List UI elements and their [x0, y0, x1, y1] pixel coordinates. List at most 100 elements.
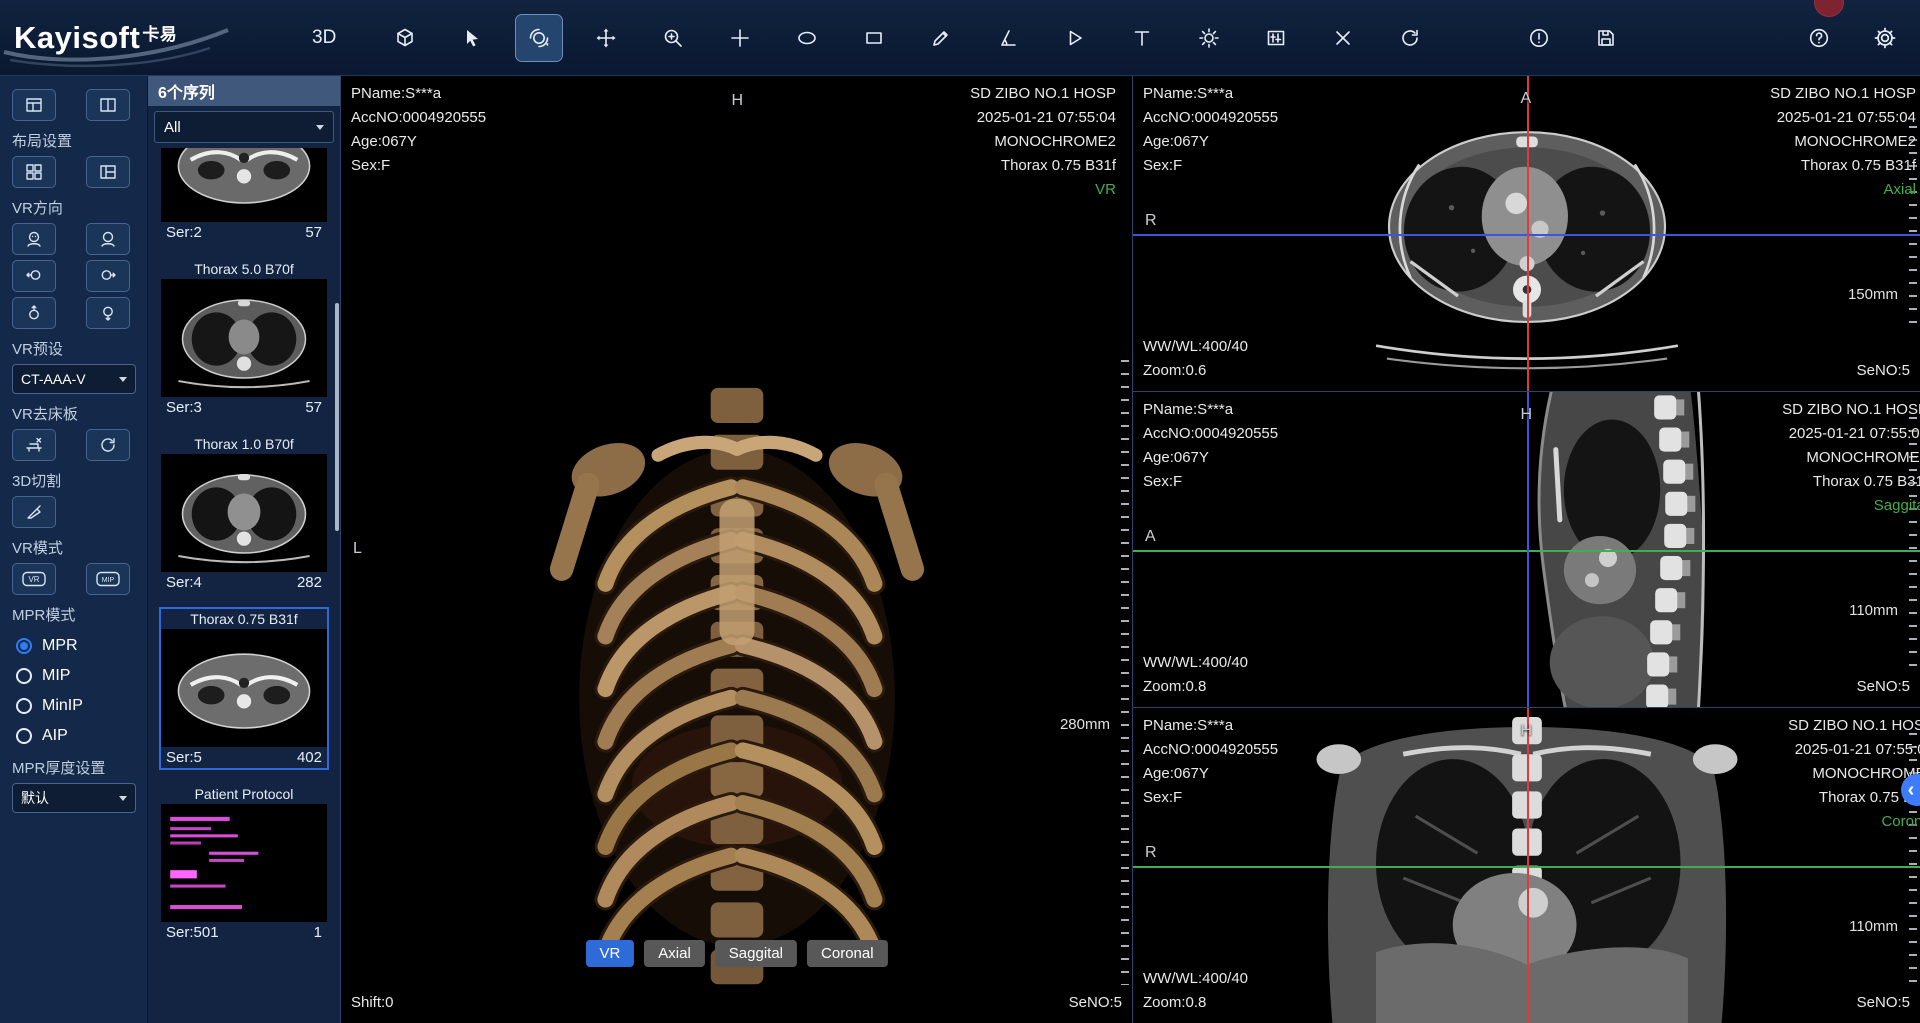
mpr-thickness-value: 默认: [21, 788, 49, 808]
tool-brightness[interactable]: [1186, 15, 1232, 61]
series-title: Thorax 5.0 B70f: [161, 259, 327, 279]
patient-age: Age:067Y: [1143, 130, 1278, 154]
radio-mpr-label: MPR: [42, 637, 78, 655]
radio-minip[interactable]: [16, 698, 32, 714]
scalpel-icon: [24, 502, 44, 522]
vr-bottom-button[interactable]: [86, 297, 130, 329]
mpr-mode-option-minip[interactable]: MinIP: [16, 697, 143, 715]
vr-front-button[interactable]: [12, 223, 56, 255]
sagittal-plane-line[interactable]: [1527, 76, 1529, 391]
gear-icon: [1872, 25, 1898, 51]
tool-pan[interactable]: [583, 15, 629, 61]
layout-split-button[interactable]: [86, 156, 130, 188]
mpr-mode-option-mpr[interactable]: MPR: [16, 637, 143, 655]
mpr-mode-option-aip[interactable]: AIP: [16, 727, 143, 745]
tool-angle[interactable]: [985, 15, 1031, 61]
series-item-ser4[interactable]: Thorax 1.0 B70f Ser:4282: [159, 432, 329, 595]
chevron-left-icon: ‹: [1908, 779, 1915, 802]
chevron-down-icon: [316, 125, 324, 130]
help-button[interactable]: [1796, 15, 1842, 61]
tool-reset[interactable]: [1387, 15, 1433, 61]
series-no-label: SeNO:5: [1069, 991, 1122, 1015]
vr-badge-icon: VR: [21, 569, 47, 589]
photometric: MONOCHROME2: [1782, 446, 1920, 470]
radio-mpr[interactable]: [16, 638, 32, 654]
tool-crosshair[interactable]: [717, 15, 763, 61]
series-filter-select[interactable]: All: [154, 111, 334, 143]
tool-measure[interactable]: [918, 15, 964, 61]
vr-mode-vr-button[interactable]: VR: [12, 563, 56, 595]
vr-viewport[interactable]: PName:S***a AccNO:0004920555 Age:067Y Se…: [340, 76, 1133, 1023]
series-item-ser5-selected[interactable]: Thorax 0.75 B31f Ser:5402: [159, 607, 329, 770]
vr-right-button[interactable]: [86, 260, 130, 292]
series-item-ser2[interactable]: Ser:257: [159, 148, 329, 245]
radio-aip[interactable]: [16, 728, 32, 744]
series-image-count: 57: [305, 399, 322, 416]
vr-back-button[interactable]: [86, 223, 130, 255]
remove-bed-button[interactable]: [12, 429, 56, 461]
tool-rotate-3d[interactable]: [516, 15, 562, 61]
view-button-saggital[interactable]: Saggital: [715, 940, 797, 967]
series-image-count: 57: [305, 224, 322, 241]
tool-window-level[interactable]: [1253, 15, 1299, 61]
mpr-thickness-select[interactable]: 默认: [12, 783, 136, 813]
vr-mode-mip-button[interactable]: MIP: [86, 563, 130, 595]
view-button-axial[interactable]: Axial: [644, 940, 705, 967]
tool-alert[interactable]: [1516, 15, 1562, 61]
scalpel-button[interactable]: [12, 496, 56, 528]
patient-info: PName:S***a AccNO:0004920555 Age:067Y Se…: [1143, 82, 1278, 178]
tool-ellipse[interactable]: [784, 15, 830, 61]
radio-mip[interactable]: [16, 668, 32, 684]
series-item-ser501[interactable]: Patient Protocol: [159, 782, 329, 945]
tool-cube-3d[interactable]: [382, 15, 428, 61]
series-number: Ser:501: [166, 924, 219, 941]
patient-sex: Sex:F: [1143, 786, 1278, 810]
series-image-count: 1: [314, 924, 322, 941]
mpr-thickness-label: MPR厚度设置: [12, 757, 145, 778]
window-info: WW/WL:400/40 Zoom:0.8: [1143, 651, 1248, 699]
measure-icon: [929, 26, 953, 50]
series-thumbnail: [161, 454, 327, 572]
plane-label: VR: [970, 178, 1116, 202]
layout-window-button[interactable]: [12, 89, 56, 121]
series-title: Thorax 0.75 B31f: [161, 609, 327, 629]
vr-left-button[interactable]: [12, 260, 56, 292]
coronal-plane-line[interactable]: [1527, 392, 1529, 707]
bed-reset-button[interactable]: [86, 429, 130, 461]
vr-preset-select[interactable]: CT-AAA-V: [12, 364, 136, 394]
cube-3d-icon: [393, 26, 417, 50]
tool-zoom-in[interactable]: [650, 15, 696, 61]
settings-button[interactable]: [1862, 15, 1908, 61]
series-title: Thorax 1.0 B70f: [161, 434, 327, 454]
tool-text[interactable]: [1119, 15, 1165, 61]
tool-cursor[interactable]: [449, 15, 495, 61]
tool-cobb-angle[interactable]: [1052, 15, 1098, 61]
tool-save[interactable]: [1583, 15, 1629, 61]
layout-grid-button[interactable]: [12, 156, 56, 188]
window-info: WW/WL:400/40 Zoom:0.6: [1143, 335, 1248, 383]
shift-label: Shift:0: [351, 991, 394, 1015]
ww-wl-label: WW/WL:400/40: [1143, 651, 1248, 675]
series-item-ser3[interactable]: Thorax 5.0 B70f Ser:357: [159, 257, 329, 420]
axial-viewport[interactable]: PName:S***a AccNO:0004920555 Age:067Y Se…: [1133, 76, 1920, 392]
protocol-thumb-icon: [162, 806, 326, 920]
coronal-viewport[interactable]: PName:S***a AccNO:0004920555 Age:067Y Se…: [1133, 708, 1920, 1023]
rotate-3d-icon: [527, 26, 551, 50]
view-button-coronal[interactable]: Coronal: [807, 940, 888, 967]
vr-top-button[interactable]: [12, 297, 56, 329]
plane-label: Axial: [1770, 178, 1916, 202]
series-thumbnail: [161, 804, 327, 922]
text-tool-icon: [1130, 26, 1154, 50]
sagittal-plane-line[interactable]: [1527, 708, 1529, 1023]
tool-delete[interactable]: [1320, 15, 1366, 61]
view-button-vr[interactable]: VR: [585, 940, 634, 967]
mpr-mode-option-mip[interactable]: MIP: [16, 667, 143, 685]
sagittal-viewport[interactable]: PName:S***a AccNO:0004920555 Age:067Y Se…: [1133, 392, 1920, 708]
workspace: 布局设置 VR方向 VR预设 CT-AAA-V VR去床板: [0, 76, 1920, 1023]
brightness-icon: [1197, 26, 1221, 50]
layout-panel-button[interactable]: [86, 89, 130, 121]
orientation-top: H: [1521, 406, 1533, 424]
head-front-icon: [24, 229, 44, 249]
tool-rectangle[interactable]: [851, 15, 897, 61]
series-scrollbar[interactable]: [335, 303, 339, 530]
